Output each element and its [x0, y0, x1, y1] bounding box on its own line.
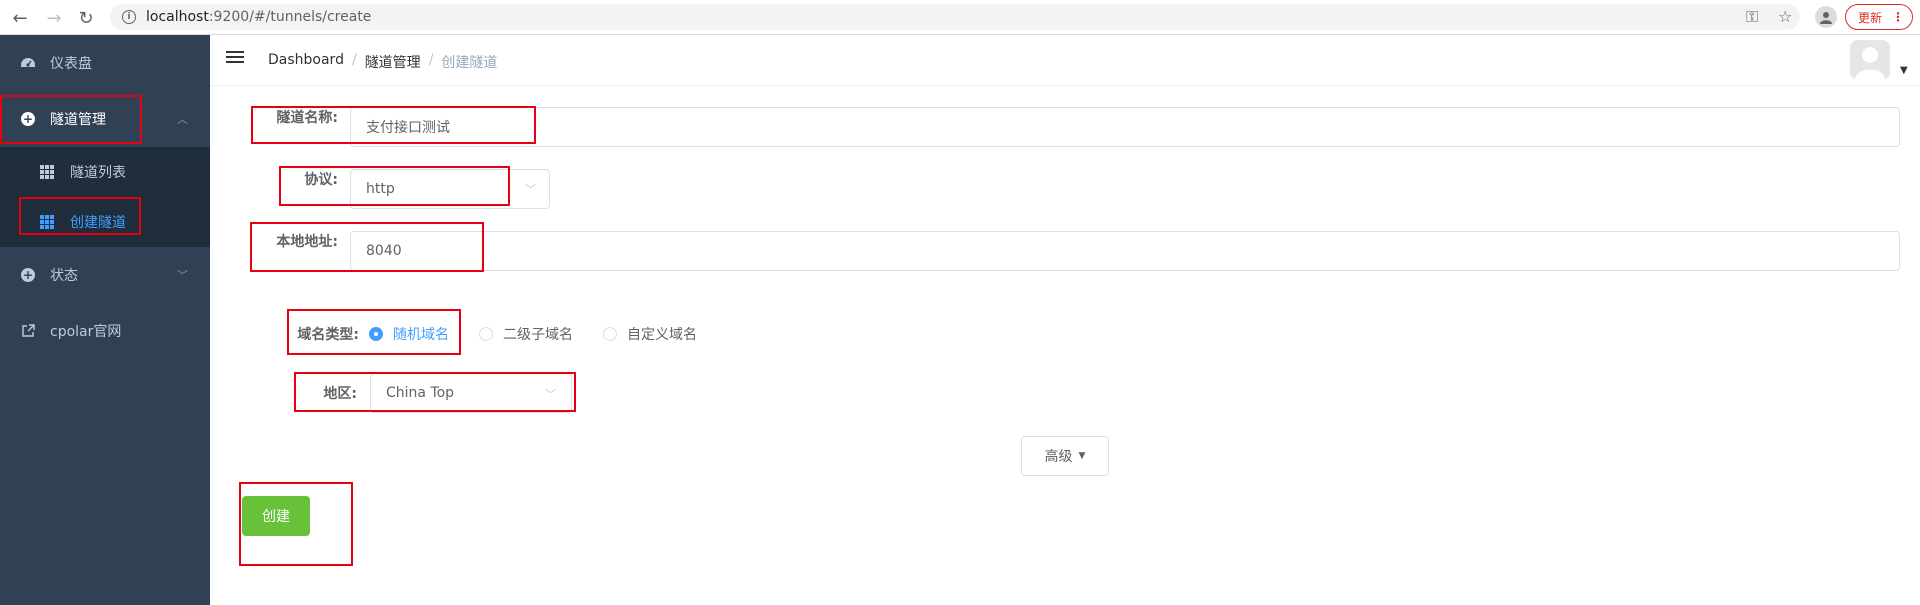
plus-circle-icon: + [21, 112, 35, 126]
region-label: 地区: [323, 386, 357, 402]
form-row-local: 本地地址: [258, 231, 338, 251]
name-label: 隧道名称: [276, 110, 338, 126]
radio-label: 二级子域名 [503, 327, 573, 343]
advanced-label: 高级 [1044, 449, 1073, 465]
sidebar: 仪表盘 + 隧道管理 ︿ 隧道列表 创建隧道 + 状态 ﹀ cpolar官网 [0, 35, 210, 605]
chevron-down-icon: ﹀ [545, 388, 556, 401]
create-label: 创建 [262, 509, 290, 525]
local-address-label: 本地地址: [276, 234, 338, 250]
sidebar-item-cpolar-site[interactable]: cpolar官网 [0, 303, 210, 359]
form-row-domain-type: 域名类型: 随机域名 二级子域名 自定义域名 [289, 324, 727, 344]
tunnel-name-value: 支付接口测试 [366, 120, 450, 136]
radio-dot [369, 327, 383, 341]
sidebar-item-tunnel-list[interactable]: 隧道列表 [0, 147, 210, 197]
profile-icon[interactable] [1815, 6, 1837, 28]
tunnel-name-input[interactable]: 支付接口测试 [350, 107, 1900, 147]
key-icon[interactable]: ⚿ [1746, 7, 1758, 27]
sidebar-item-status[interactable]: + 状态 ﹀ [0, 247, 210, 303]
breadcrumb: Dashboard / 隧道管理 / 创建隧道 [268, 52, 497, 72]
chevron-down-icon: ﹀ [525, 183, 536, 196]
update-label: 更新 [1858, 10, 1883, 25]
sidebar-item-label: cpolar官网 [50, 324, 122, 340]
reload-icon[interactable]: ↻ [74, 6, 98, 30]
radio-label: 自定义域名 [627, 327, 697, 343]
sidebar-item-label: 状态 [50, 268, 78, 284]
breadcrumb-separator: / [351, 52, 357, 68]
domain-type-label: 域名类型: [297, 327, 359, 343]
protocol-select[interactable]: http [350, 169, 550, 209]
grid-icon [40, 165, 54, 179]
sidebar-item-label: 隧道列表 [70, 165, 126, 181]
sidebar-item-label: 仪表盘 [50, 56, 92, 72]
protocol-value: http [366, 181, 395, 197]
update-button[interactable]: 更新 ⋮ [1845, 4, 1913, 30]
region-select[interactable]: China Top [370, 373, 572, 413]
radio-random-domain[interactable]: 随机域名 [369, 324, 449, 344]
star-icon[interactable]: ☆ [1778, 7, 1792, 26]
local-address-value: 8040 [366, 243, 402, 259]
url-text: localhost:9200/#/tunnels/create [146, 9, 372, 25]
sidebar-item-label: 隧道管理 [50, 112, 106, 128]
address-bar[interactable]: i localhost:9200/#/tunnels/create [110, 4, 1800, 30]
local-address-input[interactable]: 8040 [350, 231, 1900, 271]
form-row-name: 隧道名称: [258, 107, 338, 127]
plus-circle-icon: + [21, 268, 35, 282]
hamburger-icon[interactable] [226, 51, 244, 67]
breadcrumb-separator: / [428, 52, 434, 68]
sidebar-item-tunnel-management[interactable]: + 隧道管理 ︿ [0, 91, 210, 147]
forward-icon[interactable]: → [42, 6, 66, 30]
avatar[interactable] [1850, 40, 1890, 80]
radio-label: 随机域名 [393, 327, 449, 343]
dashboard-icon [20, 55, 36, 71]
more-icon: ⋮ [1892, 10, 1905, 24]
region-value: China Top [386, 385, 455, 401]
radio-subdomain[interactable]: 二级子域名 [479, 324, 573, 344]
caret-down-icon: ▼ [1078, 451, 1086, 461]
form-row-region: 地区: [300, 383, 357, 403]
sidebar-item-label: 创建隧道 [70, 215, 126, 231]
breadcrumb-section[interactable]: 隧道管理 [365, 52, 421, 72]
submenu: 隧道列表 创建隧道 [0, 147, 210, 247]
grid-icon [40, 215, 54, 229]
top-navbar: Dashboard / 隧道管理 / 创建隧道 ▼ [210, 35, 1920, 86]
caret-down-icon[interactable]: ▼ [1900, 65, 1908, 76]
browser-toolbar: ← → ↻ i localhost:9200/#/tunnels/create … [0, 0, 1920, 35]
protocol-label: 协议: [304, 172, 338, 188]
radio-dot [603, 327, 617, 341]
info-icon[interactable]: i [122, 10, 136, 24]
sidebar-item-dashboard[interactable]: 仪表盘 [0, 35, 210, 91]
advanced-button[interactable]: 高级 ▼ [1021, 436, 1109, 476]
breadcrumb-home[interactable]: Dashboard [268, 52, 344, 72]
form-row-protocol: 协议: [278, 169, 338, 189]
chevron-down-icon: ﹀ [177, 269, 188, 282]
radio-dot [479, 327, 493, 341]
radio-custom-domain[interactable]: 自定义域名 [603, 324, 697, 344]
breadcrumb-current: 创建隧道 [441, 55, 498, 71]
sidebar-item-create-tunnel[interactable]: 创建隧道 [0, 197, 210, 247]
back-icon[interactable]: ← [8, 6, 32, 30]
external-link-icon [20, 323, 36, 339]
chevron-up-icon: ︿ [177, 113, 188, 126]
create-button[interactable]: 创建 [242, 496, 310, 536]
